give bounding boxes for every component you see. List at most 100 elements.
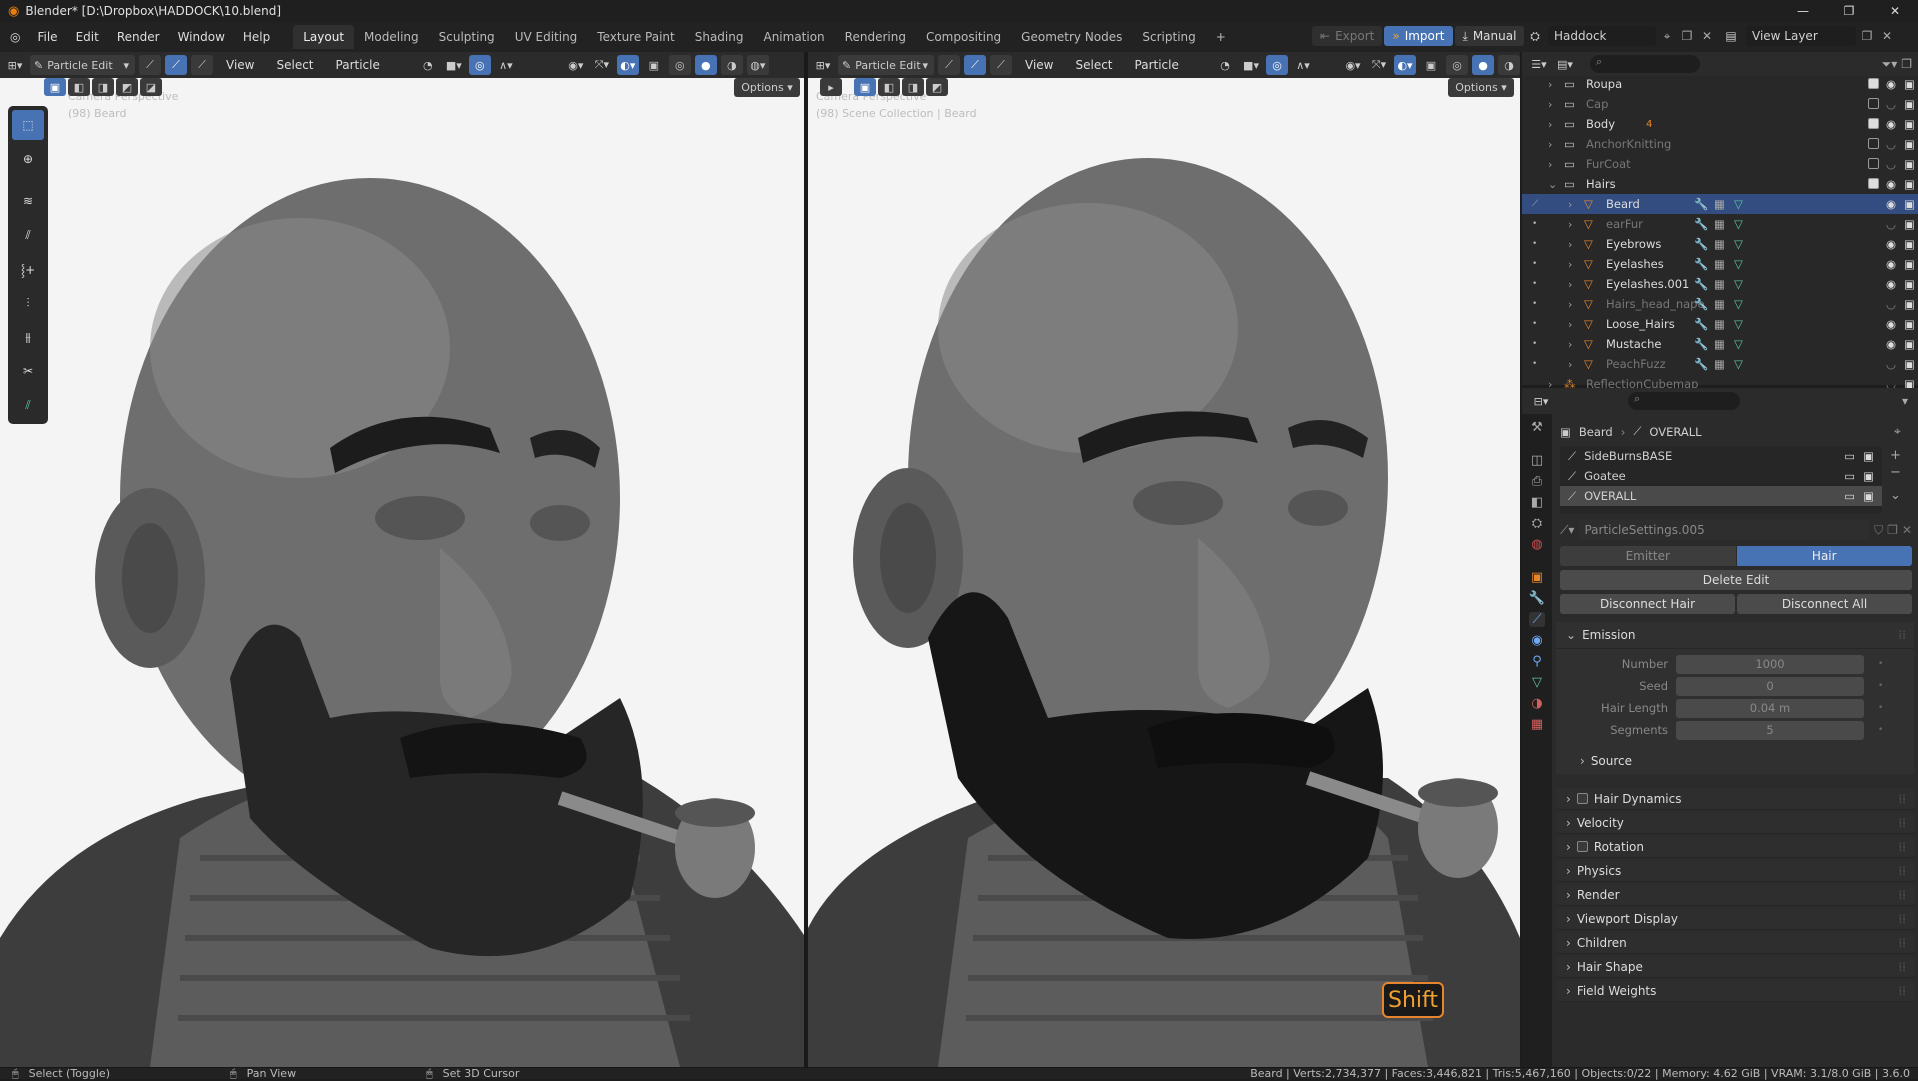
panel-physics[interactable]: › Physics ⁞⁞ (1556, 860, 1914, 882)
particle-system-item[interactable]: ⟋ Goatee ▭ ▣ (1560, 466, 1882, 486)
eye-icon[interactable]: ◉ (1886, 317, 1896, 331)
camera-icon[interactable]: ▣ (1904, 297, 1915, 311)
add-tool-icon[interactable]: ⸾+ (12, 254, 44, 284)
drag-handle-icon[interactable]: ⁞⁞ (1898, 888, 1906, 902)
emission-field-value[interactable]: 1000 (1676, 654, 1864, 674)
properties-editor-type-icon[interactable]: ⊟▾ (1530, 391, 1552, 411)
right-gizmo-icon[interactable]: ⤧▾ (1368, 55, 1390, 75)
editor-type-icon[interactable]: ⊞▾ (4, 55, 26, 75)
eye-icon[interactable]: ◡ (1886, 97, 1896, 111)
left-menu-view[interactable]: View (217, 58, 263, 72)
import-button[interactable]: » Import (1384, 26, 1453, 46)
emission-field-value[interactable]: 0 (1676, 676, 1864, 696)
show-viewport-icon[interactable]: ▭ (1844, 469, 1855, 483)
camera-icon[interactable]: ▣ (1904, 257, 1915, 271)
eye-icon[interactable]: ◉ (1886, 257, 1896, 271)
emission-field-value[interactable]: 0.04 m (1676, 698, 1864, 718)
cut-tool-icon[interactable]: ✂ (12, 356, 44, 386)
outliner-row-loose-hairs[interactable]: • › ▽ Loose_Hairs 🔧 ▦ ▽ ◉ ▣ (1522, 314, 1918, 334)
camera-icon[interactable]: ▣ (1904, 97, 1915, 111)
edit-mode-dot-icon[interactable]: • (1532, 359, 1537, 369)
right-falloff-icon[interactable]: ∧▾ (1292, 55, 1314, 75)
eye-icon[interactable]: ◉ (1886, 337, 1896, 351)
camera-icon[interactable]: ▣ (1904, 137, 1915, 151)
show-viewport-icon[interactable]: ▭ (1844, 449, 1855, 463)
source-subpanel-header[interactable]: › Source (1556, 747, 1914, 774)
expand-arrow-icon[interactable]: › (1568, 358, 1572, 371)
outliner-display-mode-icon[interactable]: ▤▾ (1554, 54, 1576, 74)
expand-arrow-icon[interactable]: › (1568, 258, 1572, 271)
expand-arrow-icon[interactable]: › (1568, 238, 1572, 251)
select-point-mode-icon[interactable]: ⟋ (165, 55, 187, 75)
panel-velocity[interactable]: › Velocity ⁞⁞ (1556, 812, 1914, 834)
right-menu-view[interactable]: View (1016, 58, 1062, 72)
drag-handle-icon[interactable]: ⁞⁞ (1898, 628, 1906, 642)
remove-system-icon[interactable]: − (1890, 465, 1901, 480)
expand-arrow-icon[interactable]: › (1568, 318, 1572, 331)
collection-checkbox[interactable] (1868, 138, 1879, 149)
world-tab-icon[interactable]: ◍ (1531, 537, 1542, 552)
workspace-tab-compositing[interactable]: Compositing (916, 25, 1011, 49)
expand-arrow-icon[interactable]: › (1568, 338, 1572, 351)
eye-icon[interactable]: ◡ (1886, 217, 1896, 231)
expand-arrow-icon[interactable]: › (1548, 118, 1552, 131)
drag-handle-icon[interactable]: ⁞⁞ (1898, 840, 1906, 854)
eye-icon[interactable]: ◉ (1886, 277, 1896, 291)
right-snap-icon[interactable]: ■▾ (1240, 55, 1262, 75)
left-select-new-icon[interactable]: ▣ (44, 78, 66, 96)
drag-handle-icon[interactable]: ⁞⁞ (1898, 936, 1906, 950)
drag-handle-icon[interactable]: ⁞⁞ (1898, 960, 1906, 974)
eye-icon[interactable]: ◡ (1886, 137, 1896, 151)
edit-mode-dot-icon[interactable]: • (1532, 279, 1537, 289)
panel-viewport-display[interactable]: › Viewport Display ⁞⁞ (1556, 908, 1914, 930)
overlay-icon[interactable]: ◐▾ (616, 55, 639, 75)
drag-handle-icon[interactable]: ⁞⁞ (1898, 816, 1906, 830)
right-select-extend-icon[interactable]: ◧ (878, 78, 900, 96)
right-select-subtract-icon[interactable]: ◨ (902, 78, 924, 96)
emission-field-value[interactable]: 5 (1676, 720, 1864, 740)
outliner-row-eyelashes[interactable]: • › ▽ Eyelashes 🔧 ▦ ▽ ◉ ▣ (1522, 254, 1918, 274)
outliner-row-earfur[interactable]: • › ▽ earFur 🔧 ▦ ▽ ◡ ▣ (1522, 214, 1918, 234)
minimize-button[interactable]: — (1780, 0, 1826, 22)
expand-arrow-icon[interactable]: › (1568, 218, 1572, 231)
workspace-tab-geometry-nodes[interactable]: Geometry Nodes (1011, 25, 1132, 49)
eye-icon[interactable]: ◉ (1886, 237, 1896, 251)
outliner-row-beard[interactable]: ⟋ › ▽ Beard 🔧 ▦ ▽ ◉ ▣ (1522, 194, 1918, 214)
remove-scene-icon[interactable]: ✕ (1698, 29, 1716, 43)
properties-search-input[interactable]: ⌕ (1628, 392, 1740, 410)
new-collection-icon[interactable]: ❐ (1901, 57, 1912, 71)
outliner-row-anchorknitting[interactable]: › ▭ AnchorKnitting ◡ ▣ (1522, 134, 1918, 154)
falloff-icon[interactable]: ∧▾ (495, 55, 517, 75)
workspace-tab-rendering[interactable]: Rendering (835, 25, 916, 49)
constraints-tab-icon[interactable]: ⚲ (1532, 654, 1542, 669)
remove-view-layer-icon[interactable]: ✕ (1878, 29, 1896, 43)
edit-mode-dot-icon[interactable]: • (1532, 239, 1537, 249)
right-xray-icon[interactable]: ▣ (1420, 55, 1442, 75)
outliner-editor-type-icon[interactable]: ☰▾ (1528, 54, 1550, 74)
emitter-tab[interactable]: Emitter (1560, 546, 1736, 566)
right-material-shading-icon[interactable]: ◑ (1498, 55, 1520, 75)
menu-help[interactable]: Help (234, 30, 279, 44)
show-render-icon[interactable]: ▣ (1863, 489, 1874, 503)
edit-mode-dot-icon[interactable]: • (1532, 299, 1537, 309)
new-view-layer-icon[interactable]: ❐ (1858, 29, 1876, 43)
right-select-path-mode-icon[interactable]: ⟋ (938, 55, 960, 75)
delete-edit-button[interactable]: Delete Edit (1560, 570, 1912, 590)
render-tab-icon[interactable]: ◫ (1531, 453, 1543, 468)
camera-icon[interactable]: ▣ (1904, 77, 1915, 91)
outliner-row-hairs-head-nape[interactable]: • › ▽ Hairs_head_nape 🔧 ▦ ▽ ◡ ▣ (1522, 294, 1918, 314)
left-select-subtract-icon[interactable]: ◨ (92, 78, 114, 96)
wireframe-shading-icon[interactable]: ◎ (668, 55, 691, 75)
panel-hair-dynamics[interactable]: › Hair Dynamics ⁞⁞ (1556, 788, 1914, 810)
right-solid-shading-icon[interactable]: ● (1472, 55, 1494, 75)
camera-icon[interactable]: ▣ (1904, 217, 1915, 231)
collection-checkbox[interactable] (1868, 118, 1879, 129)
panel-enable-checkbox[interactable] (1576, 793, 1588, 804)
fake-user-icon[interactable]: ⛉ (1874, 523, 1883, 538)
smooth-tool-icon[interactable]: ⫽ (12, 220, 44, 250)
data-tab-icon[interactable]: ▽ (1532, 675, 1542, 690)
expand-arrow-icon[interactable]: › (1568, 278, 1572, 291)
keyframe-dot-icon[interactable]: • (1878, 725, 1883, 735)
left-select-extend-icon[interactable]: ◧ (68, 78, 90, 96)
panel-render[interactable]: › Render ⁞⁞ (1556, 884, 1914, 906)
